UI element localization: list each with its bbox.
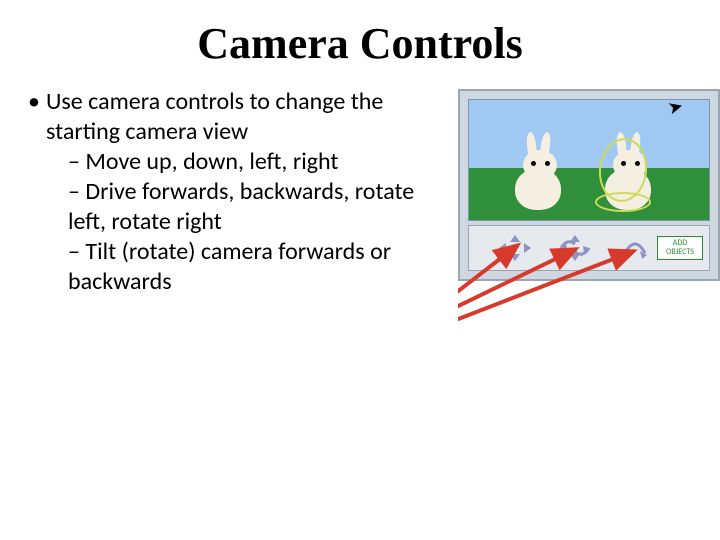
bunny-object: [509, 136, 569, 210]
bullet-item: • Use camera controls to change the star…: [28, 87, 428, 297]
sub-bullet: – Drive forwards, backwards, rotate left…: [46, 177, 428, 237]
camera-tilt-control[interactable]: [613, 232, 657, 264]
sub-bullet: – Tilt (rotate) camera forwards or backw…: [46, 237, 428, 297]
camera-control-bar: ADD OBJECTS: [468, 225, 710, 271]
sub-bullet: – Move up, down, left, right: [46, 147, 428, 177]
sub-bullet-text: Drive forwards, backwards, rotate left, …: [68, 177, 414, 236]
bullet-text-column: • Use camera controls to change the star…: [0, 87, 428, 297]
sub-bullet-text: Tilt (rotate) camera forwards or backwar…: [68, 237, 391, 296]
bullet-lead: Use camera controls to change the starti…: [46, 87, 383, 146]
app-screenshot: ➤: [458, 89, 720, 281]
camera-drive-control[interactable]: [553, 232, 597, 264]
add-objects-button[interactable]: ADD OBJECTS: [657, 236, 703, 260]
camera-move-control[interactable]: [493, 232, 537, 264]
slide-title: Camera Controls: [0, 18, 720, 69]
scene-viewport: ➤: [468, 99, 710, 221]
scene-ground: [469, 168, 709, 220]
slide: Camera Controls • Use camera controls to…: [0, 18, 720, 540]
bullet-marker: •: [28, 87, 46, 297]
slide-body: • Use camera controls to change the star…: [0, 87, 720, 297]
sub-bullet-text: Move up, down, left, right: [85, 147, 338, 176]
bullet-content: Use camera controls to change the starti…: [46, 87, 428, 297]
cursor-icon: ➤: [665, 99, 685, 120]
